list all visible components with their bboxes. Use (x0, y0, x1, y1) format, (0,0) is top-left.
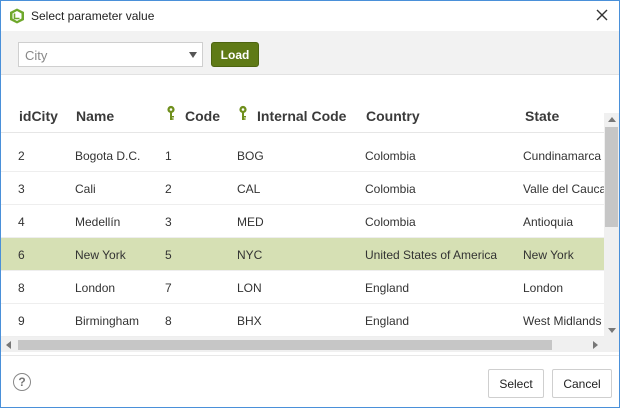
key-icon (166, 105, 176, 121)
key-icon (238, 105, 248, 121)
table-row[interactable]: 8 London 7 LON England London (1, 271, 604, 304)
cell-internal-code: LON (237, 281, 262, 295)
close-icon (596, 9, 608, 21)
cancel-button[interactable]: Cancel (552, 369, 612, 398)
scroll-right-arrow-icon[interactable] (593, 341, 598, 349)
cell-internal-code: MED (237, 215, 264, 229)
cell-state: New York (523, 248, 574, 262)
cell-state: Cundinamarca (523, 149, 602, 163)
cell-state: Valle del Cauca (523, 182, 604, 196)
cell-country: England (365, 281, 410, 295)
scroll-down-arrow-icon[interactable] (608, 328, 616, 333)
horizontal-scrollbar[interactable] (1, 337, 604, 352)
cell-name: London (75, 281, 116, 295)
column-header-idcity[interactable]: idCity (19, 108, 58, 124)
cell-code: 8 (165, 314, 172, 328)
close-button[interactable] (591, 4, 613, 26)
cell-name: Cali (75, 182, 96, 196)
cell-name: New York (75, 248, 126, 262)
cell-code: 7 (165, 281, 172, 295)
load-button[interactable]: Load (211, 42, 259, 67)
cell-code: 1 (165, 149, 172, 163)
toolbar: City Load (1, 31, 619, 75)
vertical-scrollbar[interactable] (604, 113, 619, 337)
dialog-title: Select parameter value (31, 9, 155, 23)
data-grid: idCity Name Code Internal Code Country S… (1, 99, 619, 354)
grid-header: idCity Name Code Internal Code Country S… (1, 99, 604, 133)
cell-state: London (523, 281, 564, 295)
cell-internal-code: BOG (237, 149, 264, 163)
scroll-left-arrow-icon[interactable] (6, 341, 11, 349)
cell-state: West Midlands (523, 314, 602, 328)
cell-name: Medellín (75, 215, 121, 229)
cell-idcity: 2 (18, 149, 25, 163)
chevron-down-icon (189, 52, 197, 58)
cell-country: Colombia (365, 182, 416, 196)
column-header-country[interactable]: Country (366, 108, 420, 124)
cell-country: Colombia (365, 149, 416, 163)
cell-idcity: 8 (18, 281, 25, 295)
help-icon[interactable]: ? (13, 373, 31, 391)
cell-country: Colombia (365, 215, 416, 229)
cell-internal-code: CAL (237, 182, 261, 196)
cell-name: Birmingham (75, 314, 140, 328)
app-logo-icon (9, 8, 25, 24)
cell-idcity: 3 (18, 182, 25, 196)
cell-idcity: 9 (18, 314, 25, 328)
column-header-internal-code[interactable]: Internal Code (257, 108, 346, 124)
select-button[interactable]: Select (488, 369, 544, 398)
cell-country: England (365, 314, 410, 328)
title-bar: Select parameter value (1, 1, 619, 31)
cell-code: 2 (165, 182, 172, 196)
table-row[interactable]: 3 Cali 2 CAL Colombia Valle del Cauca (1, 172, 604, 205)
cell-code: 5 (165, 248, 172, 262)
column-header-name[interactable]: Name (76, 108, 114, 124)
cell-idcity: 6 (18, 248, 25, 262)
parameter-select-value: City (25, 48, 48, 63)
horizontal-scroll-thumb[interactable] (18, 340, 552, 350)
dialog-footer: ? Select Cancel (1, 355, 619, 407)
parameter-select[interactable]: City (18, 42, 203, 67)
column-header-code[interactable]: Code (185, 108, 220, 124)
cell-internal-code: BHX (237, 314, 262, 328)
cell-name: Bogota D.C. (75, 149, 141, 163)
cell-internal-code: NYC (237, 248, 263, 262)
cell-state: Antioquia (523, 215, 574, 229)
table-row[interactable]: 9 Birmingham 8 BHX England West Midlands (1, 304, 604, 337)
column-header-state[interactable]: State (525, 108, 559, 124)
scrollbar-corner (604, 337, 619, 352)
vertical-scroll-thumb[interactable] (605, 127, 618, 227)
cell-code: 3 (165, 215, 172, 229)
cell-idcity: 4 (18, 215, 25, 229)
table-row[interactable]: 2 Bogota D.C. 1 BOG Colombia Cundinamarc… (1, 139, 604, 172)
table-row-selected[interactable]: 6 New York 5 NYC United States of Americ… (1, 238, 604, 271)
dialog-window: Select parameter value City Load idCity … (0, 0, 620, 408)
cell-country: United States of America (365, 248, 498, 262)
table-row[interactable]: 4 Medellín 3 MED Colombia Antioquia (1, 205, 604, 238)
scroll-up-arrow-icon[interactable] (608, 117, 616, 122)
